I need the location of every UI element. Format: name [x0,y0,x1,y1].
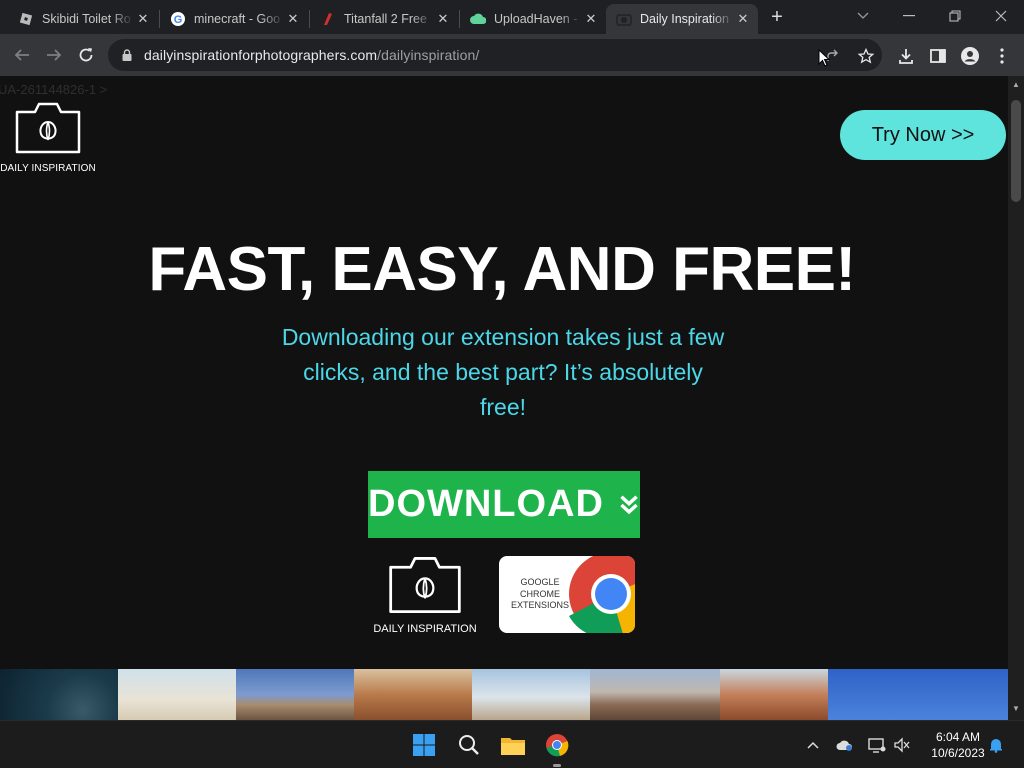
network-icon[interactable] [867,735,887,755]
download-label: DOWNLOAD [368,483,604,525]
tab-strip: Skibidi Toilet Ro ✕ G minecraft - Goo ✕ … [0,0,1024,34]
tab-title: Skibidi Toilet Ro [42,12,131,26]
active-app-indicator [553,764,561,767]
close-tab-icon[interactable]: ✕ [734,10,752,28]
scroll-up-icon[interactable]: ▲ [1012,80,1020,89]
url-domain: dailyinspirationforphotographers.com [144,47,378,63]
download-button[interactable]: DOWNLOAD [368,471,640,538]
photo-rock-pillars [236,669,354,720]
reload-icon[interactable] [74,43,98,67]
forward-icon[interactable] [42,43,66,67]
tab-daily-inspiration[interactable]: Daily Inspiration ✕ [606,4,758,34]
notification-bell-icon[interactable] [986,735,1006,755]
browser-toolbar: dailyinspirationforphotographers.com/dai… [0,34,1024,76]
tab-title: minecraft - Goo [194,12,281,26]
close-tab-icon[interactable]: ✕ [582,10,600,28]
double-chevron-down-icon [620,494,638,514]
photo-blue-sky [828,669,1008,720]
url-path: /dailyinspiration/ [377,47,480,63]
roblox-icon [18,11,34,27]
lock-icon[interactable] [120,48,134,62]
clock-time: 6:04 AM [935,730,981,744]
daily-inspiration-icon [616,11,632,27]
close-tab-icon[interactable]: ✕ [134,10,152,28]
profile-icon[interactable] [960,46,980,66]
photo-star-trails [0,669,118,720]
onedrive-icon[interactable] [835,735,855,755]
tab-skibidi[interactable]: Skibidi Toilet Ro ✕ [8,4,158,34]
bookmark-star-icon[interactable] [857,47,875,65]
tab-search-icon[interactable] [840,0,886,32]
search-icon[interactable] [455,731,483,759]
chrome-logo-icon [569,556,635,633]
badge-caption: DAILY INSPIRATION [373,623,477,635]
chrome-taskbar-icon[interactable] [543,731,571,759]
tab-title: Titanfall 2 Free [344,12,427,26]
close-tab-icon[interactable]: ✕ [284,10,302,28]
photo-mountains [590,669,720,720]
url-text[interactable]: dailyinspirationforphotographers.com/dai… [144,47,479,63]
close-window-icon[interactable] [978,0,1024,32]
page-subtext: Downloading our extension takes just a f… [281,324,725,420]
tab-uploadhaven[interactable]: UploadHaven - ✕ [460,4,606,34]
scroll-down-icon[interactable]: ▼ [1012,704,1020,713]
photo-strip [0,669,1008,720]
page-scrollbar[interactable]: ▲ ▼ [1008,76,1024,720]
uploadhaven-icon [470,11,486,27]
daily-inspiration-badge: DAILY INSPIRATION [370,554,480,635]
tab-titanfall[interactable]: Titanfall 2 Free ✕ [310,4,458,34]
back-icon[interactable] [10,43,34,67]
windows-start-icon[interactable] [410,731,438,759]
mouse-cursor-icon [818,49,830,67]
photo-ruins [472,669,590,720]
google-icon: G [170,11,186,27]
address-bar[interactable]: dailyinspirationforphotographers.com/dai… [108,39,882,71]
show-hidden-icons-chevron-icon[interactable] [803,735,823,755]
scroll-thumb[interactable] [1011,100,1021,202]
restore-icon[interactable] [932,0,978,32]
svg-text:G: G [174,14,183,26]
download-icon[interactable] [896,46,916,66]
side-panel-icon[interactable] [928,46,948,66]
menu-kebab-icon[interactable] [992,46,1012,66]
photo-sandstone-arch [354,669,472,720]
try-now-button[interactable]: Try Now >> [840,110,1006,160]
file-explorer-icon[interactable] [499,731,527,759]
titanfall-icon [320,11,336,27]
camera-flower-icon [15,102,81,154]
logo-caption: DAILY INSPIRATION [0,163,96,174]
system-clock[interactable]: 6:04 AM 10/6/2023 [920,729,996,761]
tab-minecraft[interactable]: G minecraft - Goo ✕ [160,4,308,34]
volume-muted-icon[interactable] [892,735,912,755]
photo-red-rock [720,669,828,720]
web-page: UA-261144826-1 > DAILY INSPIRATION Try N… [0,76,1008,720]
windows-taskbar: 6:04 AM 10/6/2023 [0,720,1024,768]
close-tab-icon[interactable]: ✕ [434,10,452,28]
photo-beach [118,669,236,720]
site-logo[interactable]: DAILY INSPIRATION [0,100,96,174]
chrome-extensions-badge[interactable]: GOOGLE CHROME EXTENSIONS [499,556,635,633]
minimize-icon[interactable] [886,0,932,32]
clock-date: 10/6/2023 [931,746,985,760]
page-headline: FAST, EASY, AND FREE! [148,235,856,304]
tracking-id-text: UA-261144826-1 > [0,82,108,97]
camera-flower-icon [389,557,461,613]
tab-title: Daily Inspiration [640,12,729,26]
new-tab-button[interactable]: + [766,6,788,28]
tab-title: UploadHaven - [494,12,578,26]
